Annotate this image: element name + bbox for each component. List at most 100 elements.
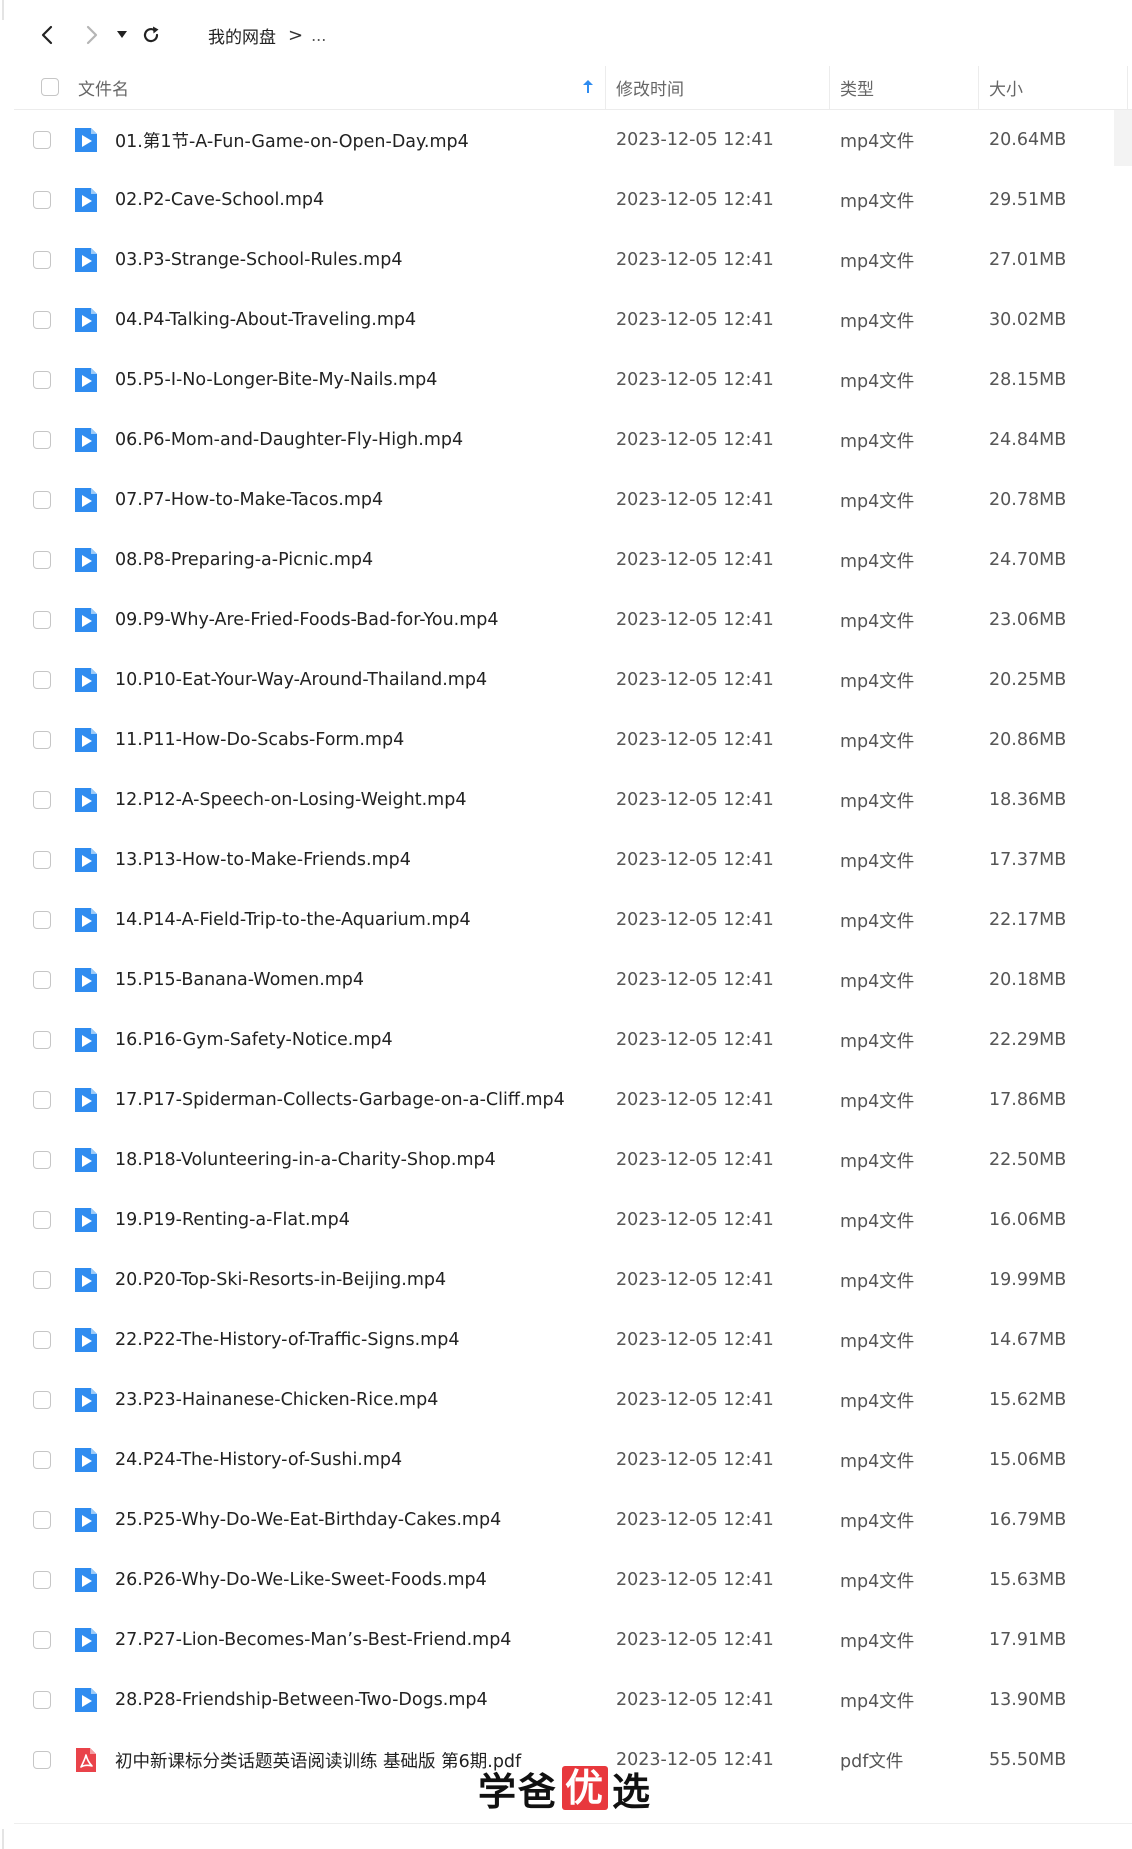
file-name[interactable]: 15.P15-Banana-Women.mp4 bbox=[115, 950, 364, 1010]
breadcrumb-root[interactable]: 我的网盘 bbox=[208, 23, 276, 48]
row-checkbox[interactable] bbox=[33, 1571, 51, 1589]
file-name[interactable]: 16.P16-Gym-Safety-Notice.mp4 bbox=[115, 1010, 393, 1070]
row-checkbox[interactable] bbox=[33, 1511, 51, 1529]
row-checkbox[interactable] bbox=[33, 1331, 51, 1349]
column-header-name[interactable]: 文件名 bbox=[78, 66, 598, 109]
file-name[interactable]: 14.P14-A-Field-Trip-to-the-Aquarium.mp4 bbox=[115, 890, 471, 950]
select-all-checkbox[interactable] bbox=[41, 78, 59, 96]
history-dropdown-button[interactable] bbox=[112, 20, 132, 50]
column-header-modified[interactable]: 修改时间 bbox=[616, 66, 816, 109]
file-name[interactable]: 04.P4-Talking-About-Traveling.mp4 bbox=[115, 290, 416, 350]
breadcrumb-more[interactable]: ... bbox=[311, 26, 326, 45]
row-checkbox[interactable] bbox=[33, 1451, 51, 1469]
file-name[interactable]: 18.P18-Volunteering-in-a-Charity-Shop.mp… bbox=[115, 1130, 496, 1190]
row-checkbox[interactable] bbox=[33, 911, 51, 929]
column-divider[interactable] bbox=[978, 66, 979, 109]
column-divider[interactable] bbox=[1127, 66, 1128, 109]
row-checkbox[interactable] bbox=[33, 431, 51, 449]
file-name[interactable]: 27.P27-Lion-Becomes-Man’s-Best-Friend.mp… bbox=[115, 1610, 511, 1670]
column-divider[interactable] bbox=[605, 66, 606, 109]
file-row[interactable]: 14.P14-A-Field-Trip-to-the-Aquarium.mp4 2… bbox=[14, 890, 1132, 950]
file-name[interactable]: 12.P12-A-Speech-on-Losing-Weight.mp4 bbox=[115, 770, 466, 830]
file-name[interactable]: 28.P28-Friendship-Between-Two-Dogs.mp4 bbox=[115, 1670, 488, 1730]
file-row[interactable]: 04.P4-Talking-About-Traveling.mp4 2023-12… bbox=[14, 290, 1132, 350]
row-checkbox[interactable] bbox=[33, 131, 51, 149]
file-row[interactable]: 08.P8-Preparing-a-Picnic.mp4 2023-12-05 1… bbox=[14, 530, 1132, 590]
row-checkbox[interactable] bbox=[33, 1751, 51, 1769]
row-checkbox[interactable] bbox=[33, 671, 51, 689]
file-name[interactable]: 20.P20-Top-Ski-Resorts-in-Beijing.mp4 bbox=[115, 1250, 446, 1310]
file-row[interactable]: 09.P9-Why-Are-Fried-Foods-Bad-for-You.mp… bbox=[14, 590, 1132, 650]
file-row[interactable]: 17.P17-Spiderman-Collects-Garbage-on-a-C… bbox=[14, 1070, 1132, 1130]
file-name[interactable]: 07.P7-How-to-Make-Tacos.mp4 bbox=[115, 470, 383, 530]
row-checkbox[interactable] bbox=[33, 1631, 51, 1649]
file-row[interactable]: 13.P13-How-to-Make-Friends.mp4 2023-12-05… bbox=[14, 830, 1132, 890]
file-name[interactable]: 08.P8-Preparing-a-Picnic.mp4 bbox=[115, 530, 373, 590]
file-row[interactable]: 28.P28-Friendship-Between-Two-Dogs.mp4 20… bbox=[14, 1670, 1132, 1730]
scrollbar-thumb[interactable] bbox=[1114, 110, 1132, 166]
file-row[interactable]: 18.P18-Volunteering-in-a-Charity-Shop.mp… bbox=[14, 1130, 1132, 1190]
file-name[interactable]: 05.P5-I-No-Longer-Bite-My-Nails.mp4 bbox=[115, 350, 437, 410]
row-checkbox[interactable] bbox=[33, 971, 51, 989]
file-name[interactable]: 17.P17-Spiderman-Collects-Garbage-on-a-C… bbox=[115, 1070, 565, 1130]
row-checkbox[interactable] bbox=[33, 791, 51, 809]
file-name[interactable]: 25.P25-Why-Do-We-Eat-Birthday-Cakes.mp4 bbox=[115, 1490, 501, 1550]
file-name[interactable]: 01.第1节-A-Fun-Game-on-Open-Day.mp4 bbox=[115, 110, 469, 170]
file-row[interactable]: 11.P11-How-Do-Scabs-Form.mp4 2023-12-05 1… bbox=[14, 710, 1132, 770]
file-row[interactable]: 03.P3-Strange-School-Rules.mp4 2023-12-05… bbox=[14, 230, 1132, 290]
file-row[interactable]: 15.P15-Banana-Women.mp4 2023-12-05 12:41 m… bbox=[14, 950, 1132, 1010]
row-checkbox[interactable] bbox=[33, 491, 51, 509]
row-checkbox[interactable] bbox=[33, 731, 51, 749]
file-name[interactable]: 19.P19-Renting-a-Flat.mp4 bbox=[115, 1190, 350, 1250]
row-checkbox[interactable] bbox=[33, 311, 51, 329]
row-checkbox[interactable] bbox=[33, 1211, 51, 1229]
back-button[interactable] bbox=[32, 20, 62, 50]
row-checkbox[interactable] bbox=[33, 371, 51, 389]
file-row[interactable]: 12.P12-A-Speech-on-Losing-Weight.mp4 2023… bbox=[14, 770, 1132, 830]
file-row[interactable]: 19.P19-Renting-a-Flat.mp4 2023-12-05 12:4… bbox=[14, 1190, 1132, 1250]
row-checkbox[interactable] bbox=[33, 1391, 51, 1409]
file-row[interactable]: 16.P16-Gym-Safety-Notice.mp4 2023-12-05 1… bbox=[14, 1010, 1132, 1070]
column-header-size[interactable]: 大小 bbox=[989, 66, 1109, 109]
file-row[interactable]: 24.P24-The-History-of-Sushi.mp4 2023-12-0… bbox=[14, 1430, 1132, 1490]
row-checkbox[interactable] bbox=[33, 851, 51, 869]
row-checkbox[interactable] bbox=[33, 191, 51, 209]
row-checkbox[interactable] bbox=[33, 1691, 51, 1709]
file-name[interactable]: 24.P24-The-History-of-Sushi.mp4 bbox=[115, 1430, 402, 1490]
file-row[interactable]: 01.第1节-A-Fun-Game-on-Open-Day.mp4 2023-12… bbox=[14, 110, 1132, 170]
row-checkbox[interactable] bbox=[33, 1091, 51, 1109]
file-name[interactable]: 03.P3-Strange-School-Rules.mp4 bbox=[115, 230, 402, 290]
file-row[interactable]: 06.P6-Mom-and-Daughter-Fly-High.mp4 2023-… bbox=[14, 410, 1132, 470]
file-row[interactable]: 10.P10-Eat-Your-Way-Around-Thailand.mp4 2… bbox=[14, 650, 1132, 710]
row-checkbox[interactable] bbox=[33, 611, 51, 629]
file-row[interactable]: 02.P2-Cave-School.mp4 2023-12-05 12:41 mp4… bbox=[14, 170, 1132, 230]
row-checkbox[interactable] bbox=[33, 1271, 51, 1289]
file-name[interactable]: 06.P6-Mom-and-Daughter-Fly-High.mp4 bbox=[115, 410, 463, 470]
file-row[interactable]: 23.P23-Hainanese-Chicken-Rice.mp4 2023-12… bbox=[14, 1370, 1132, 1430]
row-checkbox[interactable] bbox=[33, 551, 51, 569]
row-checkbox[interactable] bbox=[33, 1151, 51, 1169]
file-name[interactable]: 22.P22-The-History-of-Traffic-Signs.mp4 bbox=[115, 1310, 459, 1370]
refresh-button[interactable] bbox=[136, 20, 166, 50]
file-row[interactable]: 25.P25-Why-Do-We-Eat-Birthday-Cakes.mp4 2… bbox=[14, 1490, 1132, 1550]
file-name[interactable]: 10.P10-Eat-Your-Way-Around-Thailand.mp4 bbox=[115, 650, 487, 710]
file-name[interactable]: 09.P9-Why-Are-Fried-Foods-Bad-for-You.mp… bbox=[115, 590, 499, 650]
file-row[interactable]: 22.P22-The-History-of-Traffic-Signs.mp4 2… bbox=[14, 1310, 1132, 1370]
row-checkbox[interactable] bbox=[33, 251, 51, 269]
file-name[interactable]: 26.P26-Why-Do-We-Like-Sweet-Foods.mp4 bbox=[115, 1550, 487, 1610]
file-row[interactable]: 27.P27-Lion-Becomes-Man’s-Best-Friend.mp… bbox=[14, 1610, 1132, 1670]
file-row[interactable]: 07.P7-How-to-Make-Tacos.mp4 2023-12-05 12… bbox=[14, 470, 1132, 530]
file-row[interactable]: 20.P20-Top-Ski-Resorts-in-Beijing.mp4 202… bbox=[14, 1250, 1132, 1310]
column-header-type[interactable]: 类型 bbox=[840, 66, 970, 109]
file-name[interactable]: 13.P13-How-to-Make-Friends.mp4 bbox=[115, 830, 411, 890]
column-divider[interactable] bbox=[829, 66, 830, 109]
file-row[interactable]: 05.P5-I-No-Longer-Bite-My-Nails.mp4 2023-… bbox=[14, 350, 1132, 410]
row-checkbox[interactable] bbox=[33, 1031, 51, 1049]
file-row[interactable]: 26.P26-Why-Do-We-Like-Sweet-Foods.mp4 202… bbox=[14, 1550, 1132, 1610]
forward-button[interactable] bbox=[77, 20, 107, 50]
file-name[interactable]: 23.P23-Hainanese-Chicken-Rice.mp4 bbox=[115, 1370, 438, 1430]
sort-ascending-icon[interactable] bbox=[582, 79, 594, 95]
file-name[interactable]: 初中新课标分类话题英语阅读训练 基础版 第6期.pdf bbox=[115, 1730, 521, 1790]
file-name[interactable]: 11.P11-How-Do-Scabs-Form.mp4 bbox=[115, 710, 404, 770]
file-name[interactable]: 02.P2-Cave-School.mp4 bbox=[115, 170, 324, 230]
